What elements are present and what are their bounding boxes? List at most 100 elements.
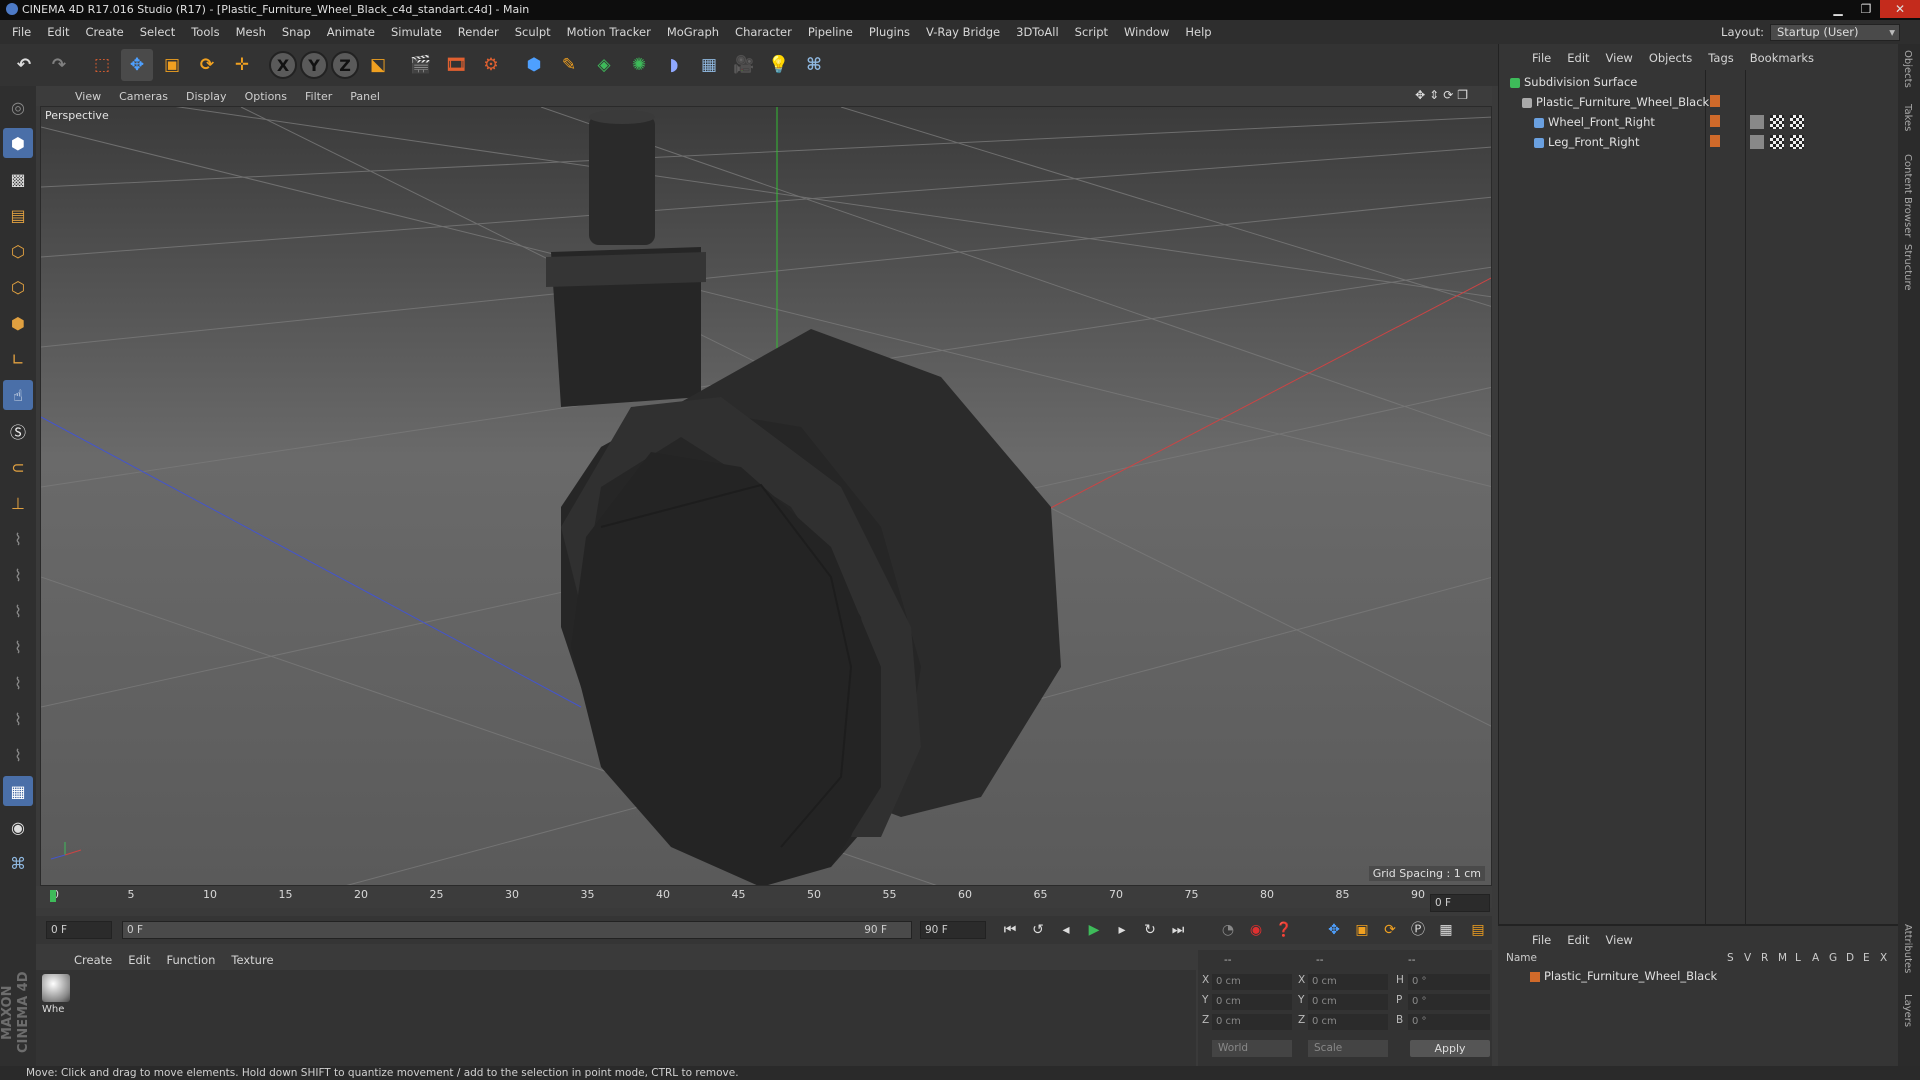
menu-character[interactable]: Character bbox=[727, 25, 800, 39]
layer-menu-view[interactable]: View bbox=[1598, 933, 1641, 947]
next-frame-icon[interactable]: ▸ bbox=[1110, 919, 1134, 941]
brush-4-icon[interactable]: ⌇ bbox=[3, 632, 33, 662]
layer-color-tag[interactable] bbox=[1710, 95, 1720, 107]
magnet-icon[interactable]: ⊂ bbox=[3, 452, 33, 482]
right-tab-content-browser[interactable]: Content Browser bbox=[1902, 154, 1913, 237]
axis-mode-icon[interactable]: ∟ bbox=[3, 344, 33, 374]
render-picture-viewer-icon[interactable]: 🎞 bbox=[440, 49, 472, 81]
material-tag-icon[interactable] bbox=[1770, 135, 1784, 149]
object-row[interactable]: Plastic_Furniture_Wheel_Black bbox=[1500, 92, 1896, 112]
record-key-icon[interactable]: ◉ bbox=[1244, 919, 1268, 941]
end-frame-display[interactable]: 0 F bbox=[1430, 894, 1490, 912]
camera-icon[interactable]: 🎥 bbox=[728, 49, 760, 81]
menu-render[interactable]: Render bbox=[450, 25, 507, 39]
viewport-menu-panel[interactable]: Panel bbox=[341, 90, 389, 103]
sculpt-icon[interactable]: ◉ bbox=[3, 812, 33, 842]
cube-primitive-icon[interactable]: ⬢ bbox=[518, 49, 550, 81]
object-row[interactable]: Subdivision Surface bbox=[1500, 72, 1896, 92]
brush-5-icon[interactable]: ⌇ bbox=[3, 668, 33, 698]
axis-z-lock-button[interactable]: Z bbox=[331, 51, 359, 79]
object-menu-tags[interactable]: Tags bbox=[1700, 51, 1741, 65]
menu-mesh[interactable]: Mesh bbox=[228, 25, 274, 39]
material-menu-function[interactable]: Function bbox=[159, 953, 224, 967]
coord-size-field[interactable]: 0 cm bbox=[1308, 994, 1388, 1010]
material-tag-icon[interactable] bbox=[1790, 115, 1804, 129]
prev-key-icon[interactable]: ↺ bbox=[1026, 919, 1050, 941]
viewport-menu-view[interactable]: View bbox=[66, 90, 110, 103]
playhead-marker[interactable] bbox=[50, 890, 56, 902]
grid-snap-icon[interactable]: ▦ bbox=[3, 776, 33, 806]
menu-window[interactable]: Window bbox=[1116, 25, 1177, 39]
coord-space-dropdown[interactable]: World bbox=[1212, 1040, 1292, 1057]
key-rotation-icon[interactable]: ⟳ bbox=[1378, 919, 1402, 941]
right-tab-takes[interactable]: Takes bbox=[1902, 104, 1913, 131]
goto-start-icon[interactable]: ⏮ bbox=[998, 919, 1022, 941]
menu-help[interactable]: Help bbox=[1177, 25, 1219, 39]
rotate-tool-icon[interactable]: ⟳ bbox=[191, 49, 223, 81]
apply-button[interactable]: Apply bbox=[1410, 1040, 1490, 1057]
close-icon[interactable]: ✕ bbox=[1880, 0, 1920, 18]
key-pla-icon[interactable]: ▦ bbox=[1434, 919, 1458, 941]
3d-viewport[interactable]: Perspective Grid Spacing : 1 cm bbox=[40, 106, 1492, 886]
material-thumbnail[interactable] bbox=[42, 974, 70, 1002]
material-list[interactable] bbox=[36, 970, 1196, 1066]
coord-size-field[interactable]: 0 cm bbox=[1308, 1014, 1388, 1030]
coord-size-field[interactable]: 0 cm bbox=[1308, 974, 1388, 990]
move-tool-icon[interactable]: ✥ bbox=[121, 49, 153, 81]
brush-6-icon[interactable]: ⌇ bbox=[3, 704, 33, 734]
object-column-divider[interactable] bbox=[1705, 70, 1706, 924]
redo-icon[interactable]: ↷ bbox=[43, 49, 75, 81]
light-icon[interactable]: 💡 bbox=[763, 49, 795, 81]
right-tab-attributes[interactable]: Attributes bbox=[1902, 924, 1913, 973]
menu-mograph[interactable]: MoGraph bbox=[659, 25, 727, 39]
coord-position-field[interactable]: 0 cm bbox=[1212, 974, 1292, 990]
menu-select[interactable]: Select bbox=[132, 25, 183, 39]
material-tag-icon[interactable] bbox=[1770, 115, 1784, 129]
brush-7-icon[interactable]: ⌇ bbox=[3, 740, 33, 770]
layer-menu-file[interactable]: File bbox=[1524, 933, 1559, 947]
object-menu-view[interactable]: View bbox=[1598, 51, 1641, 65]
coord-position-field[interactable]: 0 cm bbox=[1212, 994, 1292, 1010]
right-tab-layers[interactable]: Layers bbox=[1902, 994, 1913, 1027]
deformer-icon[interactable]: ◗ bbox=[658, 49, 690, 81]
workplane-axis-icon[interactable]: ⊥ bbox=[3, 488, 33, 518]
brush-2-icon[interactable]: ⌇ bbox=[3, 560, 33, 590]
object-menu-file[interactable]: File bbox=[1524, 51, 1559, 65]
timeline-window-icon[interactable]: ▤ bbox=[1466, 919, 1490, 941]
material-menu-texture[interactable]: Texture bbox=[223, 953, 281, 967]
layer-color-tag[interactable] bbox=[1710, 135, 1720, 147]
menu-tools[interactable]: Tools bbox=[183, 25, 227, 39]
right-tab-objects[interactable]: Objects bbox=[1902, 50, 1913, 88]
brush-3-icon[interactable]: ⌇ bbox=[3, 596, 33, 626]
render-settings-icon[interactable]: ⚙ bbox=[475, 49, 507, 81]
prev-frame-icon[interactable]: ◂ bbox=[1054, 919, 1078, 941]
material-menu-create[interactable]: Create bbox=[66, 953, 120, 967]
mograph-cloner-icon[interactable]: ✺ bbox=[623, 49, 655, 81]
menu-sculpt[interactable]: Sculpt bbox=[507, 25, 559, 39]
edges-mode-icon[interactable]: ⬡ bbox=[3, 272, 33, 302]
coord-rotation-field[interactable]: 0 ° bbox=[1408, 1014, 1490, 1030]
object-row[interactable]: Leg_Front_Right bbox=[1500, 132, 1896, 152]
menu-simulate[interactable]: Simulate bbox=[383, 25, 450, 39]
brush-1-icon[interactable]: ⌇ bbox=[3, 524, 33, 554]
viewport-navigation-icons[interactable]: ✥⇕⟳❐ bbox=[1415, 88, 1472, 102]
menu-file[interactable]: File bbox=[4, 25, 39, 39]
coord-rotation-field[interactable]: 0 ° bbox=[1408, 994, 1490, 1010]
spline-pen-icon[interactable]: ✎ bbox=[553, 49, 585, 81]
menu-motion-tracker[interactable]: Motion Tracker bbox=[559, 25, 659, 39]
timeline-ruler[interactable]: 051015202530354045505560657075808590 bbox=[36, 886, 1492, 908]
autokey-icon[interactable]: ❓ bbox=[1272, 919, 1296, 941]
polygons-mode-icon[interactable]: ⬢ bbox=[3, 308, 33, 338]
scale-tool-icon[interactable]: ▣ bbox=[156, 49, 188, 81]
object-row[interactable]: Wheel_Front_Right bbox=[1500, 112, 1896, 132]
floor-scene-icon[interactable]: ▦ bbox=[693, 49, 725, 81]
menu-3dtoall[interactable]: 3DToAll bbox=[1008, 25, 1067, 39]
object-menu-edit[interactable]: Edit bbox=[1559, 51, 1597, 65]
wheel-model[interactable] bbox=[546, 110, 1061, 886]
texture-mode-icon[interactable]: ▩ bbox=[3, 164, 33, 194]
material-tag-icon[interactable] bbox=[1790, 135, 1804, 149]
axis-y-lock-button[interactable]: Y bbox=[300, 51, 328, 79]
transform-tool-icon[interactable]: ✛ bbox=[226, 49, 258, 81]
viewport-menu-options[interactable]: Options bbox=[236, 90, 296, 103]
menu-edit[interactable]: Edit bbox=[39, 25, 77, 39]
